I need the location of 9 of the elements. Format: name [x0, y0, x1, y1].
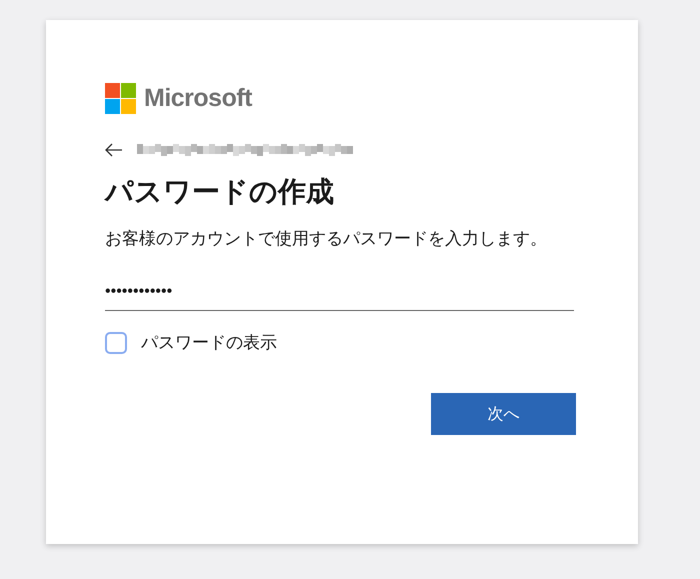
logo-icon — [105, 83, 136, 114]
next-button[interactable]: 次へ — [431, 393, 576, 435]
page-title: パスワードの作成 — [105, 174, 335, 210]
show-password-label: パスワードの表示 — [141, 332, 277, 354]
brand-name: Microsoft — [144, 83, 252, 114]
password-field[interactable]: •••••••••••• — [105, 274, 574, 310]
description-text: お客様のアカウントで使用するパスワードを入力します。 — [105, 228, 548, 250]
back-arrow-icon[interactable] — [105, 142, 123, 156]
show-password-checkbox[interactable] — [105, 332, 127, 354]
